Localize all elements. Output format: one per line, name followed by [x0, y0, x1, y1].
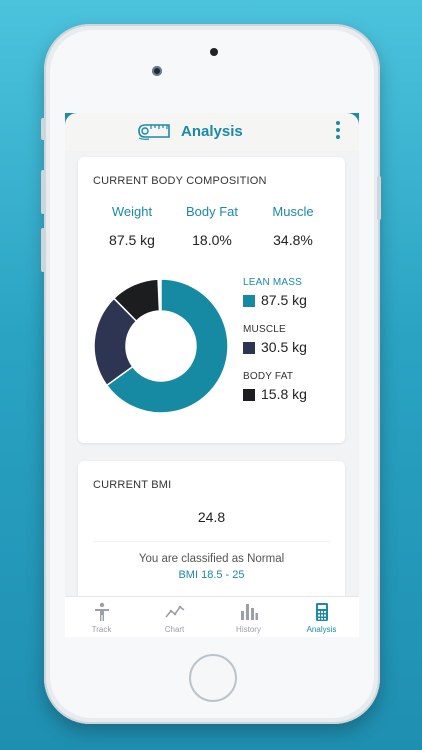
mute-switch: [41, 118, 45, 140]
body-fat-label: Body Fat: [185, 204, 239, 219]
bmi-range: BMI 18.5 - 25: [178, 569, 245, 581]
calculator-icon: [315, 603, 328, 621]
person-icon: [94, 602, 109, 621]
tab-analysis[interactable]: Analysis: [285, 597, 358, 637]
tab-bar: Track Chart History Analysis: [65, 596, 359, 637]
composition-donut-chart: [93, 278, 229, 414]
muscle-value: 34.8%: [273, 232, 313, 248]
tab-track[interactable]: Track: [65, 597, 138, 637]
weight-value: 87.5 kg: [109, 232, 155, 248]
home-button[interactable]: [189, 654, 237, 702]
legend-lean-mass-swatch: [243, 295, 255, 307]
phone-camera: [152, 66, 162, 76]
volume-down-button: [41, 228, 45, 272]
weight-label: Weight: [111, 204, 153, 219]
more-options-icon[interactable]: [335, 121, 341, 141]
app-header: Analysis: [65, 113, 359, 151]
tab-history[interactable]: History: [212, 597, 285, 637]
tab-history-label: History: [236, 625, 261, 634]
legend-lean-mass-value: 87.5 kg: [261, 292, 307, 308]
legend-body-fat-swatch: [243, 389, 255, 401]
tab-chart-label: Chart: [164, 625, 185, 634]
tab-analysis-label: Analysis: [306, 625, 337, 634]
bmi-value: 24.8: [197, 509, 226, 525]
bar-chart-icon: [240, 604, 258, 620]
card-heading: CURRENT BODY COMPOSITION: [93, 175, 267, 187]
legend-muscle-swatch: [243, 342, 255, 354]
line-chart-icon: [164, 605, 184, 618]
volume-up-button: [41, 170, 45, 214]
app-screen: Analysis CURRENT BODY COMPOSITION Weight…: [65, 113, 359, 637]
divider: [93, 541, 330, 542]
page-title: Analysis: [181, 123, 243, 140]
legend-body-fat-value: 15.8 kg: [261, 386, 307, 402]
bmi-heading: CURRENT BMI: [93, 479, 172, 491]
tab-chart[interactable]: Chart: [138, 597, 211, 637]
measuring-tape-icon: [138, 124, 170, 140]
bmi-card: CURRENT BMI 24.8 You are classified as N…: [78, 461, 345, 611]
legend-body-fat-label: BODY FAT: [243, 371, 294, 382]
power-button: [377, 176, 381, 220]
body-composition-card: CURRENT BODY COMPOSITION Weight Body Fat…: [78, 157, 345, 443]
body-fat-value: 18.0%: [192, 232, 232, 248]
bmi-classification: You are classified as Normal: [138, 553, 285, 565]
muscle-label: Muscle: [272, 204, 314, 219]
phone-speaker: [210, 48, 218, 56]
tab-track-label: Track: [91, 625, 112, 634]
legend-muscle-label: MUSCLE: [243, 324, 286, 335]
legend-muscle-value: 30.5 kg: [261, 339, 307, 355]
legend-lean-mass-label: LEAN MASS: [243, 277, 303, 288]
